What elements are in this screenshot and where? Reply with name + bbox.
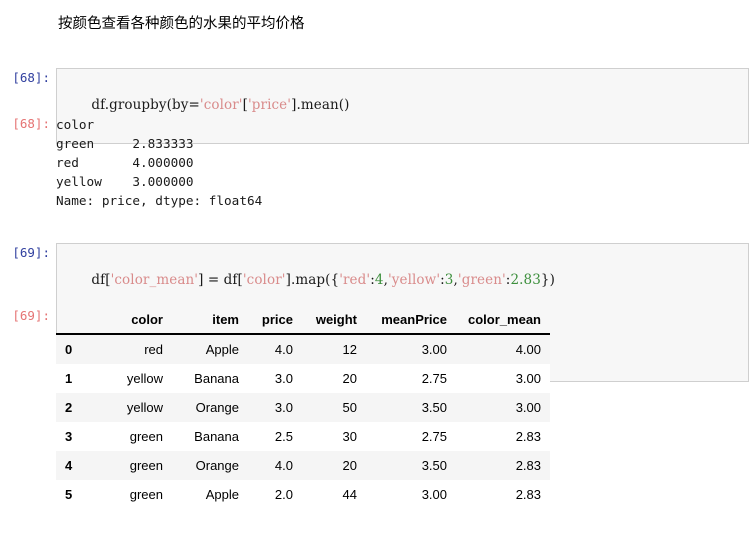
cell-item: Banana (194, 371, 239, 386)
cell-meanprice: 2.75 (421, 429, 447, 444)
cell-colormean: 3.00 (515, 371, 541, 386)
code-token-string: 'color_mean' (110, 272, 199, 288)
column-header-item: item (172, 308, 248, 335)
table-row: 0 red Apple 4.0 12 3.00 4.00 (56, 334, 550, 364)
cell-colormean: 2.83 (515, 487, 541, 502)
code-token-string: 'color' (242, 272, 286, 288)
row-index: 2 (65, 400, 73, 415)
cell-weight: 20 (342, 458, 357, 473)
cell-colormean: 4.00 (515, 342, 541, 357)
code-token-string: 'green' (457, 272, 506, 288)
cell-item: Apple (205, 342, 239, 357)
table-header-row: color item price weight meanPrice color_… (56, 308, 550, 335)
cell-color: yellow (126, 371, 163, 386)
table-body: 0 red Apple 4.0 12 3.00 4.00 1 yellow Ba… (56, 334, 550, 509)
table-row: 1 yellow Banana 3.0 20 2.75 3.00 (56, 364, 550, 393)
cell-price: 4.0 (274, 342, 293, 357)
cell-color: green (129, 429, 163, 444)
row-index: 5 (65, 487, 73, 502)
code-token-number: 4 (374, 272, 384, 288)
cell-weight: 44 (342, 487, 357, 502)
row-index: 1 (65, 371, 73, 386)
cell-item: Apple (205, 487, 239, 502)
cell-item: Orange (195, 400, 239, 415)
code-token-number: 2.83 (510, 272, 541, 288)
markdown-cell[interactable]: 按颜色查看各种颜色的水果的平均价格 (0, 0, 749, 34)
table-row: 5 green Apple 2.0 44 3.00 2.83 (56, 480, 550, 509)
input-prompt-68: [68]: (12, 70, 50, 85)
cell-colormean: 3.00 (515, 400, 541, 415)
cell-meanprice: 3.50 (421, 400, 447, 415)
code-token: df.groupby(by= (91, 97, 200, 113)
table-row: 3 green Banana 2.5 30 2.75 2.83 (56, 422, 550, 451)
input-prompt-69: [69]: (12, 245, 50, 260)
cell-weight: 50 (342, 400, 357, 415)
column-header-color: color (100, 308, 172, 335)
cell-price: 2.5 (274, 429, 293, 444)
code-token-string: 'price' (247, 97, 292, 113)
code-token: df[ (91, 272, 111, 288)
column-header-colormean: color_mean (456, 308, 550, 335)
code-token-string: 'color' (199, 97, 243, 113)
row-index: 0 (65, 342, 73, 357)
cell-item: Banana (194, 429, 239, 444)
cell-meanprice: 3.50 (421, 458, 447, 473)
cell-weight: 30 (342, 429, 357, 444)
cell-weight: 20 (342, 371, 357, 386)
output-cell-69: [69]: color item price weight meanPrice … (0, 306, 749, 509)
table-head: color item price weight meanPrice color_… (56, 308, 550, 335)
row-index: 3 (65, 429, 73, 444)
code-token-string: 'red' (339, 272, 371, 288)
cell-color: green (129, 458, 163, 473)
code-token-string: 'yellow' (387, 272, 441, 288)
table-row: 2 yellow Orange 3.0 50 3.50 3.00 (56, 393, 550, 422)
cell-color: green (129, 487, 163, 502)
column-header-price: price (248, 308, 302, 335)
cell-colormean: 2.83 (515, 429, 541, 444)
cell-item: Orange (195, 458, 239, 473)
row-index: 4 (65, 458, 73, 473)
code-line: df['color_mean'] = df['color'].map({'red… (65, 249, 740, 312)
cell-price: 4.0 (274, 458, 293, 473)
code-token-number: 3 (444, 272, 454, 288)
code-token: ].map({ (285, 272, 340, 288)
output-cell-68: [68]: color green 2.833333 red 4.000000 … (0, 114, 749, 210)
cell-colormean: 2.83 (515, 458, 541, 473)
cell-meanprice: 3.00 (421, 342, 447, 357)
output-prompt-68: [68]: (12, 116, 50, 131)
code-token: ] = df[ (198, 272, 243, 288)
column-header-index (56, 308, 100, 335)
cell-price: 2.0 (274, 487, 293, 502)
output-prompt-69: [69]: (12, 308, 50, 323)
code-token: ].mean() (291, 97, 350, 113)
cell-color: yellow (126, 400, 163, 415)
cell-meanprice: 2.75 (421, 371, 447, 386)
markdown-title: 按颜色查看各种颜色的水果的平均价格 (58, 16, 305, 32)
cell-meanprice: 3.00 (421, 487, 447, 502)
dataframe-table: color item price weight meanPrice color_… (56, 308, 550, 509)
column-header-weight: weight (302, 308, 366, 335)
cell-price: 3.0 (274, 371, 293, 386)
table-row: 4 green Orange 4.0 20 3.50 2.83 (56, 451, 550, 480)
series-output-text: color green 2.833333 red 4.000000 yellow… (56, 117, 263, 208)
column-header-meanprice: meanPrice (366, 308, 456, 335)
code-token: }) (540, 272, 555, 288)
cell-color: red (144, 342, 163, 357)
cell-price: 3.0 (274, 400, 293, 415)
dataframe-output: color item price weight meanPrice color_… (56, 306, 749, 509)
cell-weight: 12 (342, 342, 357, 357)
